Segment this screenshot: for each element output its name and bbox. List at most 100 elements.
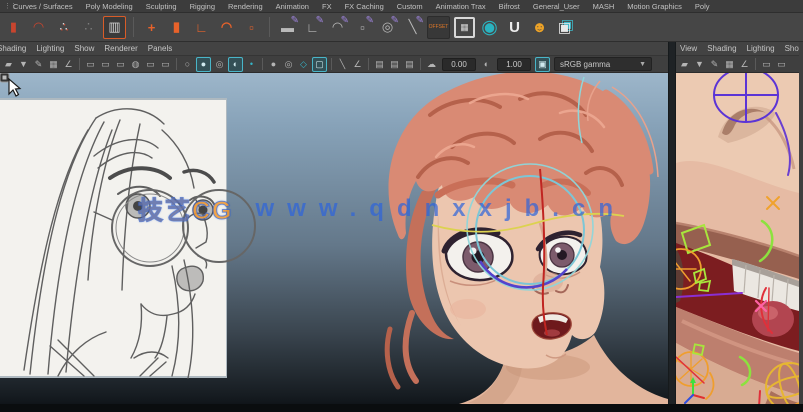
line-width-icon[interactable]: ╲ — [336, 58, 349, 71]
edit-bar-icon[interactable]: ▬ ✎ — [277, 15, 299, 38]
mascot-tool-icon[interactable]: ☻ — [529, 17, 550, 38]
chevron-down-icon: ▼ — [639, 60, 646, 68]
viewport-3d-closeup[interactable] — [676, 73, 799, 404]
curve-arc-icon[interactable]: ◠ — [28, 17, 49, 38]
colorspace-dropdown[interactable]: sRGB gamma ▼ — [554, 57, 652, 71]
page-1-icon[interactable]: ▤ — [373, 58, 386, 71]
bars-selected-icon[interactable]: ▥ — [103, 15, 126, 39]
panel-divider[interactable] — [668, 42, 676, 404]
select-camera-icon[interactable]: ▰ — [678, 58, 691, 71]
angle-snap-icon[interactable]: ∠ — [62, 58, 75, 71]
film-gate-icon[interactable]: ▭ — [114, 58, 127, 71]
panel-menu-item[interactable]: Show — [785, 44, 799, 53]
isolate-icon[interactable]: ◇ — [297, 58, 310, 71]
shelf-tab[interactable]: FX Caching — [345, 2, 384, 11]
exposure-box-icon[interactable]: ▢ — [312, 56, 327, 72]
toolbar-separator — [269, 17, 270, 37]
gamma-field[interactable]: 1.00 — [497, 57, 531, 71]
edit-curve-icon[interactable]: ◠ ✎ — [327, 15, 349, 38]
shelf-tab[interactable]: FX — [322, 2, 332, 11]
toolbar-separator — [79, 58, 80, 70]
contrast-icon[interactable]: ◐ — [480, 58, 493, 71]
shaded-mode-icon[interactable]: ● — [196, 56, 211, 72]
frame-icon[interactable]: ▭ — [760, 58, 773, 71]
reference-sketch-plane[interactable] — [0, 98, 256, 379]
pencil-icon[interactable]: ✎ — [708, 58, 721, 71]
edit-elbow-icon[interactable]: ∟ ✎ — [302, 15, 324, 38]
character-model[interactable] — [384, 73, 668, 404]
resolution-gate-icon[interactable]: ◍ — [129, 58, 142, 71]
shelf-tab[interactable]: Animation — [276, 2, 309, 11]
gate-icon[interactable]: ▭ — [775, 58, 788, 71]
shelf-tab[interactable]: Curves / Surfaces — [13, 2, 73, 11]
grid-icon[interactable]: ▦ — [723, 58, 736, 71]
shelf-tab[interactable]: Rigging — [190, 2, 215, 11]
panel-menu-item[interactable]: View — [680, 44, 697, 53]
bookmark-icon[interactable]: ▼ — [17, 58, 30, 71]
toolbar-separator — [133, 17, 134, 37]
textured-mode-icon[interactable]: ◎ — [213, 58, 226, 71]
gate-mask-icon[interactable]: ▭ — [144, 58, 157, 71]
slider-red-icon[interactable]: ▮ — [3, 17, 24, 38]
right-panel-menubar: View Shading Lighting Show — [676, 42, 799, 56]
control-donut-icon[interactable]: ◉ — [479, 17, 500, 38]
bookmark-icon[interactable]: ▼ — [693, 58, 706, 71]
shelf-tab[interactable]: Poly Modeling — [86, 2, 133, 11]
ik-handle-icon[interactable]: ∟ — [191, 17, 212, 38]
wireframe-mode-icon[interactable]: ○ — [181, 58, 194, 71]
angle-icon[interactable]: ∠ — [351, 58, 364, 71]
edit-dots-icon[interactable]: ▫ ✎ — [352, 15, 374, 38]
shelf-tab[interactable]: MASH — [593, 2, 615, 11]
toolbar-separator — [420, 58, 421, 70]
edit-gear-icon[interactable]: ◎ ✎ — [377, 15, 399, 38]
duplicate-icon[interactable]: ▣ — [554, 17, 575, 38]
safe-area-icon[interactable]: ▭ — [159, 58, 172, 71]
joint-points-icon[interactable]: ▫ — [241, 17, 262, 38]
panel-menu-item[interactable]: Renderer — [104, 44, 137, 53]
create-joint-icon[interactable]: + — [141, 17, 162, 38]
perspective-panel: ShadingLightingShowRendererPanels ▰▼✎▦∠▭… — [0, 42, 668, 404]
page-3-icon[interactable]: ▤ — [403, 58, 416, 71]
select-camera-icon[interactable]: ▰ — [2, 58, 15, 71]
timeline-edge — [0, 404, 803, 412]
magnet-icon[interactable]: U — [504, 17, 525, 38]
shelf-tab[interactable]: Sculpting — [146, 2, 177, 11]
scene-3d — [0, 73, 668, 404]
material-dot-icon[interactable]: • — [245, 58, 258, 71]
lighted-mode-icon[interactable]: ◐ — [228, 56, 243, 72]
page-2-icon[interactable]: ▤ — [388, 58, 401, 71]
xray-joints-icon[interactable]: ◎ — [282, 58, 295, 71]
frame-all-icon[interactable]: ▭ — [84, 58, 97, 71]
insert-joint-icon[interactable]: ▮ — [166, 17, 187, 38]
edit-line-icon[interactable]: ╲ ✎ — [402, 15, 424, 38]
exposure-field[interactable]: 0.00 — [442, 57, 476, 71]
toolbar-separator — [176, 58, 177, 70]
shelf-tab[interactable]: Motion Graphics — [627, 2, 682, 11]
faint-dots-icon[interactable]: ∴ — [78, 17, 99, 38]
panel-menu-item[interactable]: Shading — [0, 44, 26, 53]
pencil-icon[interactable]: ✎ — [32, 58, 45, 71]
frame-selected-icon[interactable]: ▭ — [99, 58, 112, 71]
panel-menu-item[interactable]: Show — [74, 44, 94, 53]
toolbar-separator — [331, 58, 332, 70]
shelf-tab[interactable]: Rendering — [228, 2, 263, 11]
cluster-dots-icon[interactable]: ∴ — [53, 17, 74, 38]
exposure-icon[interactable]: ☁ — [425, 58, 438, 71]
panel-menu-item[interactable]: Lighting — [36, 44, 64, 53]
viewport-3d-main[interactable]: 技艺CG www.qdnxxjb.cn — [0, 73, 668, 404]
shelf-tab[interactable]: Animation Trax — [436, 2, 486, 11]
xray-icon[interactable]: ● — [267, 58, 280, 71]
shelf-tab[interactable]: General_User — [533, 2, 580, 11]
shelf-tab[interactable]: Poly — [695, 2, 710, 11]
panel-menu-item[interactable]: Lighting — [747, 44, 775, 53]
panel-menu-item[interactable]: Shading — [707, 44, 736, 53]
shelf-tab[interactable]: Bifrost — [499, 2, 520, 11]
color-management-icon[interactable]: ▣ — [535, 56, 550, 72]
grid-icon[interactable]: ▦ — [47, 58, 60, 71]
angle-snap-icon[interactable]: ∠ — [738, 58, 751, 71]
ik-spline-icon[interactable]: ◠ — [216, 17, 237, 38]
shelf-tab[interactable]: Custom — [397, 2, 423, 11]
panel-menu-item[interactable]: Panels — [148, 44, 172, 53]
offset-button-icon[interactable]: OFFSET — [427, 15, 450, 39]
pose-grid-icon[interactable]: ▦ — [454, 16, 475, 38]
